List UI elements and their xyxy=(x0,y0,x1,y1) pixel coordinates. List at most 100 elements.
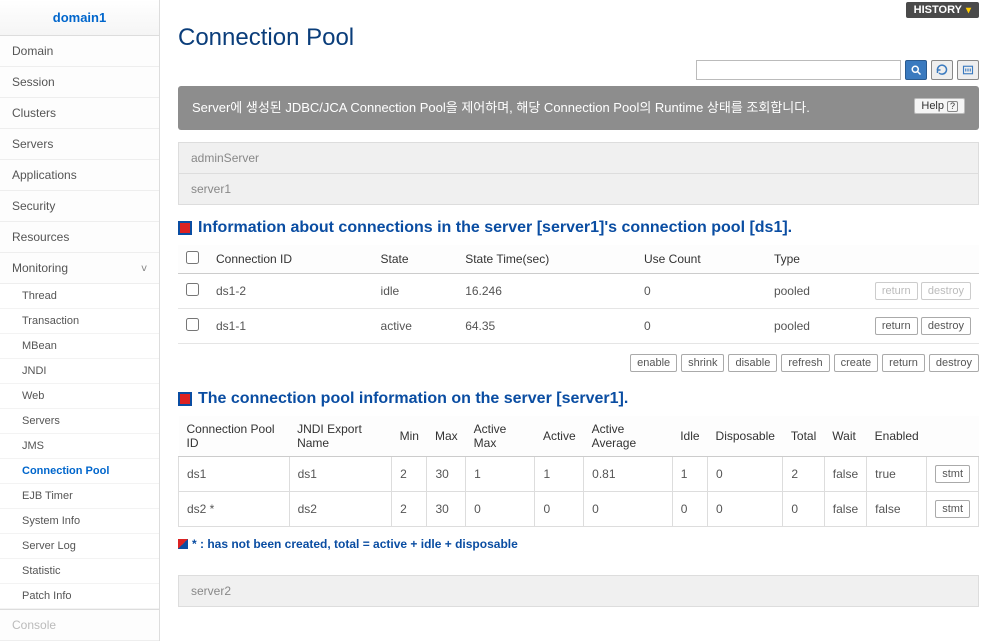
table-row: ds2 *ds2230000000falsefalsestmt xyxy=(179,491,979,526)
connections-table: Connection ID State State Time(sec) Use … xyxy=(178,245,979,344)
search-input[interactable] xyxy=(696,60,901,80)
cell: false xyxy=(824,456,866,491)
row-return-button[interactable]: return xyxy=(875,317,918,335)
stmt-button[interactable]: stmt xyxy=(935,465,970,483)
footnote: * : has not been created, total = active… xyxy=(178,527,979,563)
table-row: ds1-2idle16.2460pooledreturn destroy xyxy=(178,273,979,308)
table-row: ds1-1active64.350pooledreturn destroy xyxy=(178,308,979,343)
shrink-button[interactable]: shrink xyxy=(681,354,724,372)
server-context-server2[interactable]: server2 xyxy=(178,575,979,607)
col-total: Total xyxy=(783,416,824,457)
pool-action-row: enable shrink disable refresh create ret… xyxy=(178,344,979,376)
cell: ds2 xyxy=(289,491,392,526)
export-button-1[interactable] xyxy=(931,60,953,80)
subnav-item-jndi[interactable]: JNDI xyxy=(0,359,159,384)
nav-item-clusters[interactable]: Clusters xyxy=(0,98,159,129)
cell: ds1 xyxy=(179,456,290,491)
subnav-item-jms[interactable]: JMS xyxy=(0,434,159,459)
export-button-2[interactable] xyxy=(957,60,979,80)
col-jndi-export-name: JNDI Export Name xyxy=(289,416,392,457)
nav-item-servers[interactable]: Servers xyxy=(0,129,159,160)
row-checkbox[interactable] xyxy=(186,283,199,296)
nav-item-resources[interactable]: Resources xyxy=(0,222,159,253)
cell: 1 xyxy=(672,456,707,491)
cell: 0 xyxy=(535,491,584,526)
nav-item-applications[interactable]: Applications xyxy=(0,160,159,191)
section2-title-text: The connection pool information on the s… xyxy=(198,390,628,408)
stmt-button[interactable]: stmt xyxy=(935,500,970,518)
cell: false xyxy=(824,491,866,526)
cell: 2 xyxy=(392,491,427,526)
cell: ds2 * xyxy=(179,491,290,526)
refresh-icon xyxy=(936,64,948,76)
cell: 2 xyxy=(783,456,824,491)
return-button[interactable]: return xyxy=(882,354,925,372)
col-active-average: Active Average xyxy=(584,416,673,457)
subnav-item-system-info[interactable]: System Info xyxy=(0,509,159,534)
destroy-button[interactable]: destroy xyxy=(929,354,979,372)
row-destroy-button[interactable]: destroy xyxy=(921,317,971,335)
col-idle: Idle xyxy=(672,416,707,457)
cell: 30 xyxy=(427,491,466,526)
cell-type: pooled xyxy=(766,308,859,343)
domain-header[interactable]: domain1 xyxy=(0,0,159,36)
enable-button[interactable]: enable xyxy=(630,354,677,372)
sidebar: domain1 DomainSessionClustersServersAppl… xyxy=(0,0,160,641)
cell: 30 xyxy=(427,456,466,491)
nav-item-session[interactable]: Session xyxy=(0,67,159,98)
cell: 2 xyxy=(392,456,427,491)
subnav-item-web[interactable]: Web xyxy=(0,384,159,409)
subnav-item-mbean[interactable]: MBean xyxy=(0,334,159,359)
subnav-item-ejb-timer[interactable]: EJB Timer xyxy=(0,484,159,509)
cell: 1 xyxy=(535,456,584,491)
col-state-time: State Time(sec) xyxy=(457,245,636,274)
search-icon xyxy=(910,64,922,76)
footnote-text: * : has not been created, total = active… xyxy=(192,537,518,551)
col-connection-id: Connection ID xyxy=(208,245,373,274)
subnav-item-connection-pool[interactable]: Connection Pool xyxy=(0,459,159,484)
cell-use-count: 0 xyxy=(636,308,766,343)
cell: 0.81 xyxy=(584,456,673,491)
cell-connection-id: ds1-2 xyxy=(208,273,373,308)
row-checkbox[interactable] xyxy=(186,318,199,331)
xml-export-icon xyxy=(962,64,974,76)
row-destroy-button[interactable]: destroy xyxy=(921,282,971,300)
cell: 0 xyxy=(466,491,535,526)
subnav-item-transaction[interactable]: Transaction xyxy=(0,309,159,334)
col-state: State xyxy=(373,245,458,274)
cell: 0 xyxy=(783,491,824,526)
col-active: Active xyxy=(535,416,584,457)
nav-console[interactable]: Console xyxy=(0,609,159,641)
refresh-button[interactable]: refresh xyxy=(781,354,829,372)
section1-title-text: Information about connections in the ser… xyxy=(198,219,792,237)
cell-state: active xyxy=(373,308,458,343)
main-content: HISTORY ▾ Connection Pool Server에 생성된 JD… xyxy=(160,0,987,641)
subnav-item-servers[interactable]: Servers xyxy=(0,409,159,434)
nav-monitoring[interactable]: Monitoring ⅴ xyxy=(0,253,159,284)
table-row: ds1ds1230110.81102falsetruestmt xyxy=(179,456,979,491)
row-return-button[interactable]: return xyxy=(875,282,918,300)
create-button[interactable]: create xyxy=(834,354,879,372)
disable-button[interactable]: disable xyxy=(728,354,777,372)
section-icon xyxy=(178,221,192,235)
col-use-count: Use Count xyxy=(636,245,766,274)
server-context-server1[interactable]: server1 xyxy=(178,174,979,205)
col-wait: Wait xyxy=(824,416,866,457)
chevron-down-icon: ⅴ xyxy=(141,263,147,274)
subnav-item-statistic[interactable]: Statistic xyxy=(0,559,159,584)
search-button[interactable] xyxy=(905,60,927,80)
cell-use-count: 0 xyxy=(636,273,766,308)
nav-item-domain[interactable]: Domain xyxy=(0,36,159,67)
section1-title: Information about connections in the ser… xyxy=(178,205,979,245)
subnav-item-thread[interactable]: Thread xyxy=(0,284,159,309)
cell: false xyxy=(867,491,927,526)
col-enabled: Enabled xyxy=(867,416,927,457)
nav-item-security[interactable]: Security xyxy=(0,191,159,222)
server-context-admin[interactable]: adminServer xyxy=(178,142,979,174)
subnav-item-server-log[interactable]: Server Log xyxy=(0,534,159,559)
history-button[interactable]: HISTORY ▾ xyxy=(906,2,979,18)
select-all-checkbox[interactable] xyxy=(186,251,199,264)
description-text: Server에 생성된 JDBC/JCA Connection Pool을 제어… xyxy=(192,98,810,118)
help-button[interactable]: Help ? xyxy=(914,98,965,114)
nav-monitoring-label: Monitoring xyxy=(12,261,68,275)
